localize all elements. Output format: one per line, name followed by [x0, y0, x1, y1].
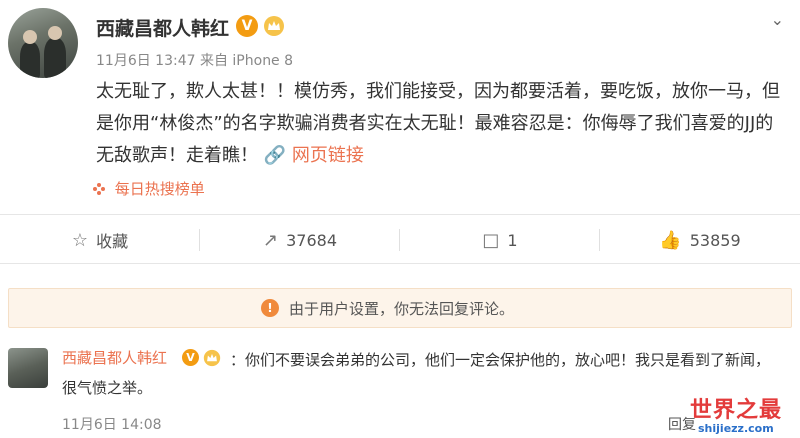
web-link-label: 网页链接 — [291, 145, 364, 166]
watermark-url: shijiezz.com — [698, 422, 774, 435]
like-button[interactable]: 👍 53859 — [600, 215, 800, 265]
comment-verified-badge-icon: V — [182, 349, 199, 366]
post-username[interactable]: 西藏昌都人韩红 — [96, 14, 229, 41]
reply-disabled-notice: ! 由于用户设置，你无法回复评论。 — [8, 288, 792, 328]
comment-crown-icon — [203, 349, 221, 367]
repost-count: 37684 — [286, 230, 337, 250]
action-bar: ☆ 收藏 ↗ 37684 □ 1 👍 53859 — [0, 214, 800, 264]
more-menu-chevron-icon[interactable]: ⌄ — [771, 10, 784, 29]
comment-button[interactable]: □ 1 — [400, 215, 600, 265]
star-icon: ☆ — [71, 229, 89, 251]
notice-text: 由于用户设置，你无法回复评论。 — [289, 299, 515, 318]
avatar[interactable] — [8, 8, 78, 78]
comment-count: 1 — [507, 230, 518, 250]
thumbs-up-icon: 👍 — [659, 229, 682, 251]
repost-button[interactable]: ↗ 37684 — [200, 215, 400, 265]
post-content: 太无耻了，欺人太甚！！模仿秀，我们能接受，因为都要活着，要吃饭，放你一马，但是你… — [96, 76, 786, 172]
comment-icon: □ — [482, 229, 500, 251]
hot-list-label: 每日热搜榜单 — [114, 180, 205, 198]
crown-icon — [264, 16, 284, 36]
avatar-figure — [20, 42, 40, 78]
avatar-figure-head — [48, 26, 62, 40]
post-text: 太无耻了，欺人太甚！！模仿秀，我们能接受，因为都要活着，要吃饭，放你一马，但是你… — [96, 81, 780, 166]
like-count: 53859 — [689, 230, 741, 250]
verified-badge-icon: V — [236, 15, 258, 37]
comment-avatar[interactable] — [8, 348, 48, 388]
avatar-figure — [44, 38, 66, 78]
hot-search-icon — [93, 183, 105, 195]
comment-text: ：你们不要误会弟弟的公司，他们一定会保护他的，放心吧！我只是看到了新闻，很气愤之… — [62, 351, 771, 397]
watermark-title: 世界之最 — [690, 398, 783, 423]
link-icon: 🔗 — [263, 145, 287, 166]
post-meta: 11月6日 13:47 来自 iPhone 8 — [96, 53, 294, 69]
comment-username[interactable]: 西藏昌都人韩红 — [62, 347, 167, 368]
avatar-figure-head — [23, 30, 37, 44]
comment-time: 11月6日 14:08 — [62, 417, 162, 433]
hot-list-link[interactable]: 每日热搜榜单 — [92, 178, 205, 199]
repost-icon: ↗ — [263, 229, 279, 251]
warning-icon: ! — [261, 299, 279, 317]
favorite-label: 收藏 — [96, 232, 129, 251]
site-watermark: 世界之最 shijiezz.com — [690, 392, 800, 438]
favorite-button[interactable]: ☆ 收藏 — [0, 215, 200, 265]
web-link[interactable]: 🔗 网页链接 — [264, 145, 364, 166]
